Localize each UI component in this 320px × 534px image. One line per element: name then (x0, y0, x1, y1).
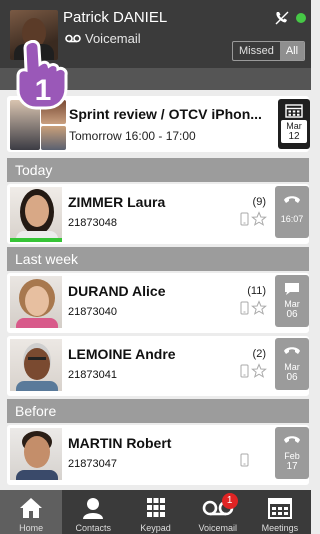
contact-number: 21873048 (68, 217, 117, 229)
contact-row[interactable]: MARTIN Robert 21873047 Feb 17 (7, 425, 309, 485)
contact-avatar (10, 339, 62, 391)
mobile-phone-icon (240, 301, 249, 315)
call-count: (11) (247, 285, 266, 297)
tab-contacts[interactable]: Contacts (62, 490, 124, 534)
last-message-tile[interactable]: Mar 06 (275, 275, 309, 327)
sub-header-bar (0, 68, 311, 90)
contact-row[interactable]: ZIMMER Laura 21873048 (9) 16:07 (7, 184, 309, 244)
contact-number: 21873047 (68, 458, 117, 470)
calendar-icon (285, 104, 303, 118)
tab-home-label: Home (19, 523, 44, 533)
last-call-day: 17 (286, 461, 298, 472)
phone-icon (284, 196, 300, 203)
meeting-date-tile[interactable]: Mar 12 (278, 99, 310, 149)
message-icon (285, 283, 299, 295)
mute-phone-icon[interactable] (274, 10, 290, 26)
section-header-today: Today (7, 158, 309, 182)
presence-bar (10, 238, 62, 242)
last-call-time: 16:07 (280, 214, 304, 224)
contact-number: 21873040 (68, 306, 117, 318)
bottom-tab-bar: Home Contacts Keypad 1 Voicemail Meeting… (0, 490, 311, 534)
meeting-day: 12 (288, 131, 300, 142)
last-call-tile[interactable]: Feb 17 (275, 427, 309, 479)
section-header-before: Before (7, 399, 309, 423)
voicemail-status[interactable]: Voicemail (65, 31, 141, 46)
mobile-phone-icon (240, 364, 249, 378)
contact-row[interactable]: DURAND Alice 21873040 (11) Mar 06 (7, 273, 309, 333)
meeting-participants-avatar (10, 100, 66, 150)
favorite-star-icon[interactable] (251, 300, 267, 316)
tab-meetings[interactable]: Meetings (249, 490, 311, 534)
tab-keypad-label: Keypad (140, 523, 171, 533)
phone-icon (284, 347, 300, 354)
meeting-time: Tomorrow 16:00 - 17:00 (69, 129, 196, 143)
user-avatar[interactable] (10, 10, 58, 60)
phone-icon (284, 436, 300, 443)
last-call-month: Feb (284, 451, 300, 461)
call-count: (2) (252, 348, 266, 360)
last-call-day: 06 (286, 309, 298, 320)
home-icon (20, 498, 43, 518)
last-call-month: Mar (284, 362, 300, 372)
contact-avatar (10, 276, 62, 328)
keypad-icon (146, 498, 165, 517)
meeting-title: Sprint review / OTCV iPhon... (69, 106, 262, 122)
favorite-star-icon[interactable] (251, 211, 267, 227)
tab-keypad[interactable]: Keypad (124, 490, 186, 534)
contact-avatar (10, 428, 62, 480)
voicemail-label: Voicemail (85, 31, 141, 46)
filter-missed-tab[interactable]: Missed (233, 42, 280, 60)
tab-meetings-label: Meetings (261, 523, 299, 533)
tab-contacts-label: Contacts (75, 523, 112, 533)
user-name: Patrick DANIEL (63, 9, 168, 26)
call-count: (9) (252, 196, 266, 208)
voicemail-badge: 1 (221, 493, 238, 509)
last-call-month: Mar (284, 299, 300, 309)
meeting-item[interactable]: Sprint review / OTCV iPhon... Tomorrow 1… (7, 96, 310, 152)
section-header-last-week: Last week (7, 247, 309, 271)
voicemail-icon (65, 34, 81, 43)
last-call-tile[interactable]: 16:07 (275, 186, 309, 238)
app-screen: Patrick DANIEL Voicemail Missed All Spri… (0, 0, 311, 534)
tab-voicemail[interactable]: 1 Voicemail (187, 490, 249, 534)
contact-name: DURAND Alice (68, 283, 166, 299)
last-call-day: 06 (286, 372, 298, 383)
last-call-tile[interactable]: Mar 06 (275, 338, 309, 390)
contact-row[interactable]: LEMOINE Andre 21873041 (2) Mar 06 (7, 336, 309, 396)
filter-all-tab[interactable]: All (279, 42, 305, 60)
contact-name: LEMOINE Andre (68, 346, 176, 362)
favorite-star-icon[interactable] (251, 363, 267, 379)
call-filter: Missed All (232, 41, 306, 61)
contact-number: 21873041 (68, 369, 117, 381)
contact-name: MARTIN Robert (68, 435, 172, 451)
user-header: Patrick DANIEL Voicemail Missed All (0, 0, 311, 68)
mobile-phone-icon (240, 212, 249, 226)
tab-home[interactable]: Home (0, 490, 63, 534)
presence-indicator (296, 13, 306, 23)
contact-name: ZIMMER Laura (68, 194, 166, 210)
contact-avatar (10, 187, 62, 239)
mobile-phone-icon (240, 453, 249, 467)
meeting-month: Mar (286, 121, 302, 131)
calendar-icon (267, 498, 292, 519)
contacts-icon (83, 498, 104, 519)
tab-voicemail-label: Voicemail (198, 523, 237, 533)
